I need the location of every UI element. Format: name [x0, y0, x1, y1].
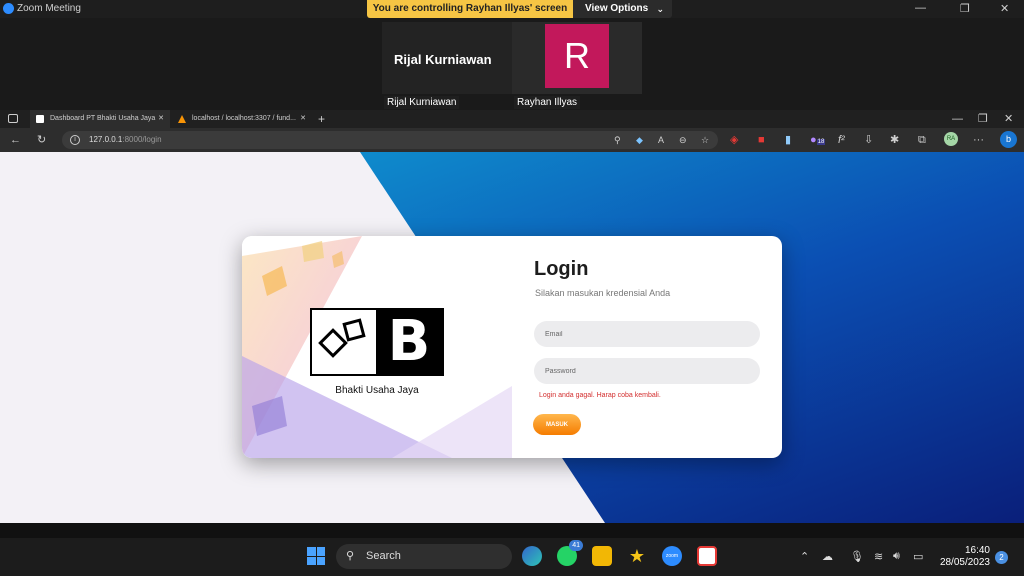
page-viewport: B Bhakti Usaha Jaya Login Silakan masuka…: [0, 152, 1024, 523]
key-icon[interactable]: ⚲: [614, 132, 621, 148]
extension-icon[interactable]: ●18: [810, 132, 826, 150]
star-app-icon[interactable]: ★: [627, 546, 647, 566]
taskbar: ⚲ Search 41 ★ zoom ⌃ ☁ 🎙︎ ≋ 🔊︎ ▭ 16:40 2…: [0, 538, 1024, 576]
windows-start-icon[interactable]: [307, 547, 325, 565]
phpmyadmin-icon: [178, 115, 186, 123]
tab-bar: Dashboard PT Bhakti Usaha Jaya ✕ localho…: [0, 110, 1024, 128]
cubes-icon: [318, 318, 366, 358]
tag-icon[interactable]: ◆: [636, 132, 643, 148]
downloads-icon[interactable]: ⇩: [864, 132, 873, 148]
restore-icon[interactable]: ❐: [978, 111, 988, 127]
back-icon[interactable]: ←: [10, 132, 21, 148]
remote-control-banner: You are controlling Rayhan Illyas' scree…: [367, 0, 573, 18]
volume-icon[interactable]: 🔊︎: [893, 550, 900, 563]
participant-tile[interactable]: R Rayhan Illyas: [512, 22, 642, 109]
chevron-down-icon: ⌄: [656, 4, 664, 14]
zoom-title-bar: Zoom Meeting You are controlling Rayhan …: [0, 0, 1024, 18]
collections-icon[interactable]: ⧉: [918, 132, 926, 148]
participant-label: Rayhan Illyas: [514, 96, 581, 109]
formula-icon[interactable]: f²: [838, 132, 845, 148]
screen-gap: [0, 523, 1024, 538]
bing-icon[interactable]: b: [1000, 131, 1017, 148]
snipping-tool-icon[interactable]: [697, 546, 717, 566]
read-aloud-icon[interactable]: A: [658, 132, 664, 148]
profile-avatar[interactable]: RA: [944, 132, 958, 146]
zoom-app-title: Zoom Meeting: [17, 3, 81, 14]
participant-label: Rijal Kurniawan: [384, 96, 460, 109]
login-button[interactable]: MASUK: [533, 414, 581, 435]
error-message: Login anda gagal. Harap coba kembali.: [539, 392, 661, 399]
system-clock[interactable]: 16:40 28/05/2023: [936, 545, 990, 569]
login-subtitle: Silakan masukan kredensial Anda: [535, 288, 671, 298]
edge-icon[interactable]: [522, 546, 542, 566]
extension-icon[interactable]: ◈: [730, 132, 738, 148]
brand-caption: Bhakti Usaha Jaya: [335, 385, 419, 396]
zoom-icon[interactable]: ⊖: [679, 132, 687, 148]
zoom-app-icon[interactable]: zoom: [662, 546, 682, 566]
whatsapp-icon[interactable]: 41: [557, 540, 583, 566]
minimize-icon[interactable]: —: [915, 2, 926, 14]
video-strip: Rijal Kurniawan Rijal Kurniawan R Rayhan…: [0, 18, 1024, 110]
file-explorer-icon[interactable]: [592, 546, 612, 566]
refresh-icon[interactable]: ↻: [37, 132, 46, 148]
page-title: Login: [534, 258, 589, 280]
restore-icon[interactable]: ❐: [960, 2, 970, 15]
close-tab-icon[interactable]: ✕: [158, 110, 164, 128]
clock-date: 28/05/2023: [939, 557, 990, 568]
brand-panel: B Bhakti Usaha Jaya: [242, 236, 512, 458]
zoom-logo-icon: [3, 3, 14, 14]
extension-icon[interactable]: ▮: [785, 132, 791, 148]
tab-label: Dashboard PT Bhakti Usaha Jaya: [50, 115, 156, 122]
close-icon[interactable]: ✕: [1004, 111, 1013, 127]
battery-icon[interactable]: ▭: [913, 550, 923, 563]
more-options-icon[interactable]: ···: [973, 132, 984, 148]
taskbar-search[interactable]: ⚲ Search: [336, 544, 512, 569]
whatsapp-badge: 41: [569, 540, 583, 551]
password-field[interactable]: [534, 358, 760, 384]
favorite-icon[interactable]: ☆: [701, 132, 709, 148]
close-icon[interactable]: ✕: [1000, 2, 1009, 15]
clock-time: 16:40: [964, 545, 990, 556]
participant-avatar: R: [545, 24, 609, 88]
email-field[interactable]: [534, 321, 760, 347]
logo-letter: B: [376, 310, 442, 374]
view-options-label: View Options: [585, 3, 649, 14]
tab-label: localhost / localhost:3307 / fund...: [192, 115, 296, 122]
close-tab-icon[interactable]: ✕: [300, 110, 306, 128]
chevron-up-icon[interactable]: ⌃: [800, 550, 809, 563]
search-icon: ⚲: [346, 550, 355, 562]
wifi-icon[interactable]: ≋: [874, 550, 883, 563]
extensions-icon[interactable]: ✱: [890, 132, 899, 148]
tab-actions-icon[interactable]: [8, 114, 18, 123]
address-bar[interactable]: i 127.0.0.1:8000/login ⚲ ◆ A ⊖ ☆: [62, 131, 718, 149]
minimize-icon[interactable]: —: [952, 111, 963, 127]
page-icon: [36, 115, 44, 123]
cloud-icon[interactable]: ☁: [822, 550, 833, 563]
tab-phpmyadmin[interactable]: localhost / localhost:3307 / fund... ✕: [172, 110, 312, 128]
tab-dashboard[interactable]: Dashboard PT Bhakti Usaha Jaya ✕: [30, 110, 170, 128]
browser-toolbar: ← ↻ i 127.0.0.1:8000/login ⚲ ◆ A ⊖ ☆ ◈ ■…: [0, 128, 1024, 152]
browser-window: Dashboard PT Bhakti Usaha Jaya ✕ localho…: [0, 110, 1024, 523]
search-label: Search: [366, 550, 401, 562]
extension-icon[interactable]: ■: [758, 132, 765, 148]
participant-display-name: Rijal Kurniawan: [394, 52, 492, 67]
info-icon[interactable]: i: [70, 135, 80, 145]
view-options-button[interactable]: View Options ⌄: [573, 0, 672, 18]
participant-tile[interactable]: Rijal Kurniawan Rijal Kurniawan: [382, 22, 512, 109]
login-card: B Bhakti Usaha Jaya Login Silakan masuka…: [242, 236, 782, 458]
company-logo: B: [310, 308, 444, 376]
microphone-icon[interactable]: 🎙︎: [850, 550, 864, 563]
url-text: 127.0.0.1:8000/login: [89, 135, 162, 144]
new-tab-icon[interactable]: +: [318, 110, 325, 128]
notification-badge[interactable]: 2: [995, 551, 1008, 564]
